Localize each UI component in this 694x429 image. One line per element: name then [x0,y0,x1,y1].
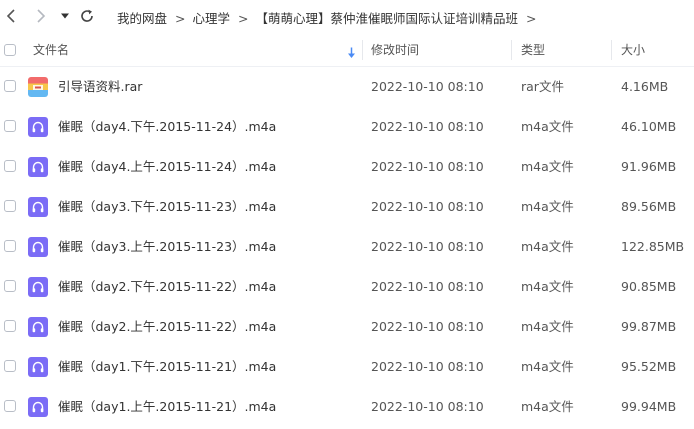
file-row[interactable]: 催眠（day1.上午.2015-11-21）.m4a 2022-10-10 08… [0,387,694,427]
file-size: 46.10MB [621,119,677,134]
row-checkbox[interactable] [4,240,16,252]
file-type: m4a文件 [521,199,574,214]
refresh-icon[interactable] [77,6,97,26]
row-checkbox[interactable] [4,320,16,332]
breadcrumb-separator: > [526,11,537,26]
row-checkbox[interactable] [4,80,16,92]
toolbar: 我的网盘 > 心理学 > 【萌萌心理】蔡仲淮催眠师国际认证培训精品班 > [0,0,694,32]
file-type: m4a文件 [521,279,574,294]
file-type: m4a文件 [521,359,574,374]
row-checkbox[interactable] [4,360,16,372]
row-checkbox[interactable] [4,280,16,292]
audio-file-icon [28,157,48,177]
file-modified-time: 2022-10-10 08:10 [371,239,484,254]
breadcrumb-item-current-folder[interactable]: 【萌萌心理】蔡仲淮催眠师国际认证培训精品班 [256,11,519,26]
file-name[interactable]: 催眠（day2.下午.2015-11-22）.m4a [58,267,276,307]
audio-file-icon [28,197,48,217]
audio-file-icon [28,397,48,417]
file-name[interactable]: 催眠（day2.上午.2015-11-22）.m4a [58,307,276,347]
file-modified-time: 2022-10-10 08:10 [371,79,484,94]
file-modified-time: 2022-10-10 08:10 [371,319,484,334]
row-checkbox[interactable] [4,200,16,212]
file-size: 4.16MB [621,79,669,94]
row-checkbox[interactable] [4,120,16,132]
file-type: m4a文件 [521,239,574,254]
column-header-type[interactable]: 类型 [521,34,545,66]
file-size: 95.52MB [621,359,677,374]
select-all-checkbox[interactable] [4,44,16,56]
breadcrumb: 我的网盘 > 心理学 > 【萌萌心理】蔡仲淮催眠师国际认证培训精品班 > [117,8,544,27]
file-row[interactable]: 催眠（day1.下午.2015-11-21）.m4a 2022-10-10 08… [0,347,694,387]
chevron-left-icon[interactable] [2,6,22,26]
file-modified-time: 2022-10-10 08:10 [371,199,484,214]
sort-down-arrow-icon[interactable] [347,44,356,63]
chevron-right-icon[interactable] [30,6,50,26]
audio-file-icon [28,277,48,297]
file-name[interactable]: 催眠（day4.下午.2015-11-24）.m4a [58,107,276,147]
file-type: m4a文件 [521,159,574,174]
file-size: 90.85MB [621,279,677,294]
file-list-header: 文件名 修改时间 类型 大小 [0,34,694,67]
row-checkbox[interactable] [4,160,16,172]
file-row[interactable]: 催眠（day2.下午.2015-11-22）.m4a 2022-10-10 08… [0,267,694,307]
file-size: 122.85MB [621,239,685,254]
column-divider[interactable] [611,40,612,60]
audio-file-icon [28,317,48,337]
breadcrumb-separator: > [238,11,249,26]
file-name[interactable]: 催眠（day1.上午.2015-11-21）.m4a [58,387,276,427]
file-name[interactable]: 引导语资料.rar [58,67,142,107]
file-name[interactable]: 催眠（day1.下午.2015-11-21）.m4a [58,347,276,387]
file-row[interactable]: 催眠（day4.下午.2015-11-24）.m4a 2022-10-10 08… [0,107,694,147]
audio-file-icon [28,117,48,137]
file-row[interactable]: 催眠（day3.下午.2015-11-23）.m4a 2022-10-10 08… [0,187,694,227]
audio-file-icon [28,237,48,257]
file-row[interactable]: 催眠（day2.上午.2015-11-22）.m4a 2022-10-10 08… [0,307,694,347]
file-row[interactable]: 催眠（day3.上午.2015-11-23）.m4a 2022-10-10 08… [0,227,694,267]
file-name[interactable]: 催眠（day3.上午.2015-11-23）.m4a [58,227,276,267]
breadcrumb-item-my-drive[interactable]: 我的网盘 [117,11,167,26]
file-list: 引导语资料.rar 2022-10-10 08:10 rar文件 4.16MB … [0,67,694,427]
file-modified-time: 2022-10-10 08:10 [371,359,484,374]
file-size: 89.56MB [621,199,677,214]
file-size: 99.87MB [621,319,677,334]
file-row[interactable]: 引导语资料.rar 2022-10-10 08:10 rar文件 4.16MB [0,67,694,107]
file-type: m4a文件 [521,399,574,414]
file-type: m4a文件 [521,119,574,134]
column-divider[interactable] [362,40,363,60]
archive-file-icon [28,77,48,97]
file-size: 99.94MB [621,399,677,414]
file-modified-time: 2022-10-10 08:10 [371,399,484,414]
column-header-modified[interactable]: 修改时间 [371,34,419,66]
file-modified-time: 2022-10-10 08:10 [371,119,484,134]
file-row[interactable]: 催眠（day4.上午.2015-11-24）.m4a 2022-10-10 08… [0,147,694,187]
audio-file-icon [28,357,48,377]
file-name[interactable]: 催眠（day4.上午.2015-11-24）.m4a [58,147,276,187]
file-name[interactable]: 催眠（day3.下午.2015-11-23）.m4a [58,187,276,227]
breadcrumb-item-psychology[interactable]: 心理学 [193,11,231,26]
column-header-name[interactable]: 文件名 [33,34,69,66]
file-modified-time: 2022-10-10 08:10 [371,279,484,294]
breadcrumb-separator: > [175,11,186,26]
row-checkbox[interactable] [4,400,16,412]
column-divider[interactable] [511,40,512,60]
dropdown-triangle-icon[interactable] [55,6,75,26]
file-type: rar文件 [521,79,564,94]
file-modified-time: 2022-10-10 08:10 [371,159,484,174]
column-header-size[interactable]: 大小 [621,34,645,66]
file-type: m4a文件 [521,319,574,334]
file-size: 91.96MB [621,159,677,174]
